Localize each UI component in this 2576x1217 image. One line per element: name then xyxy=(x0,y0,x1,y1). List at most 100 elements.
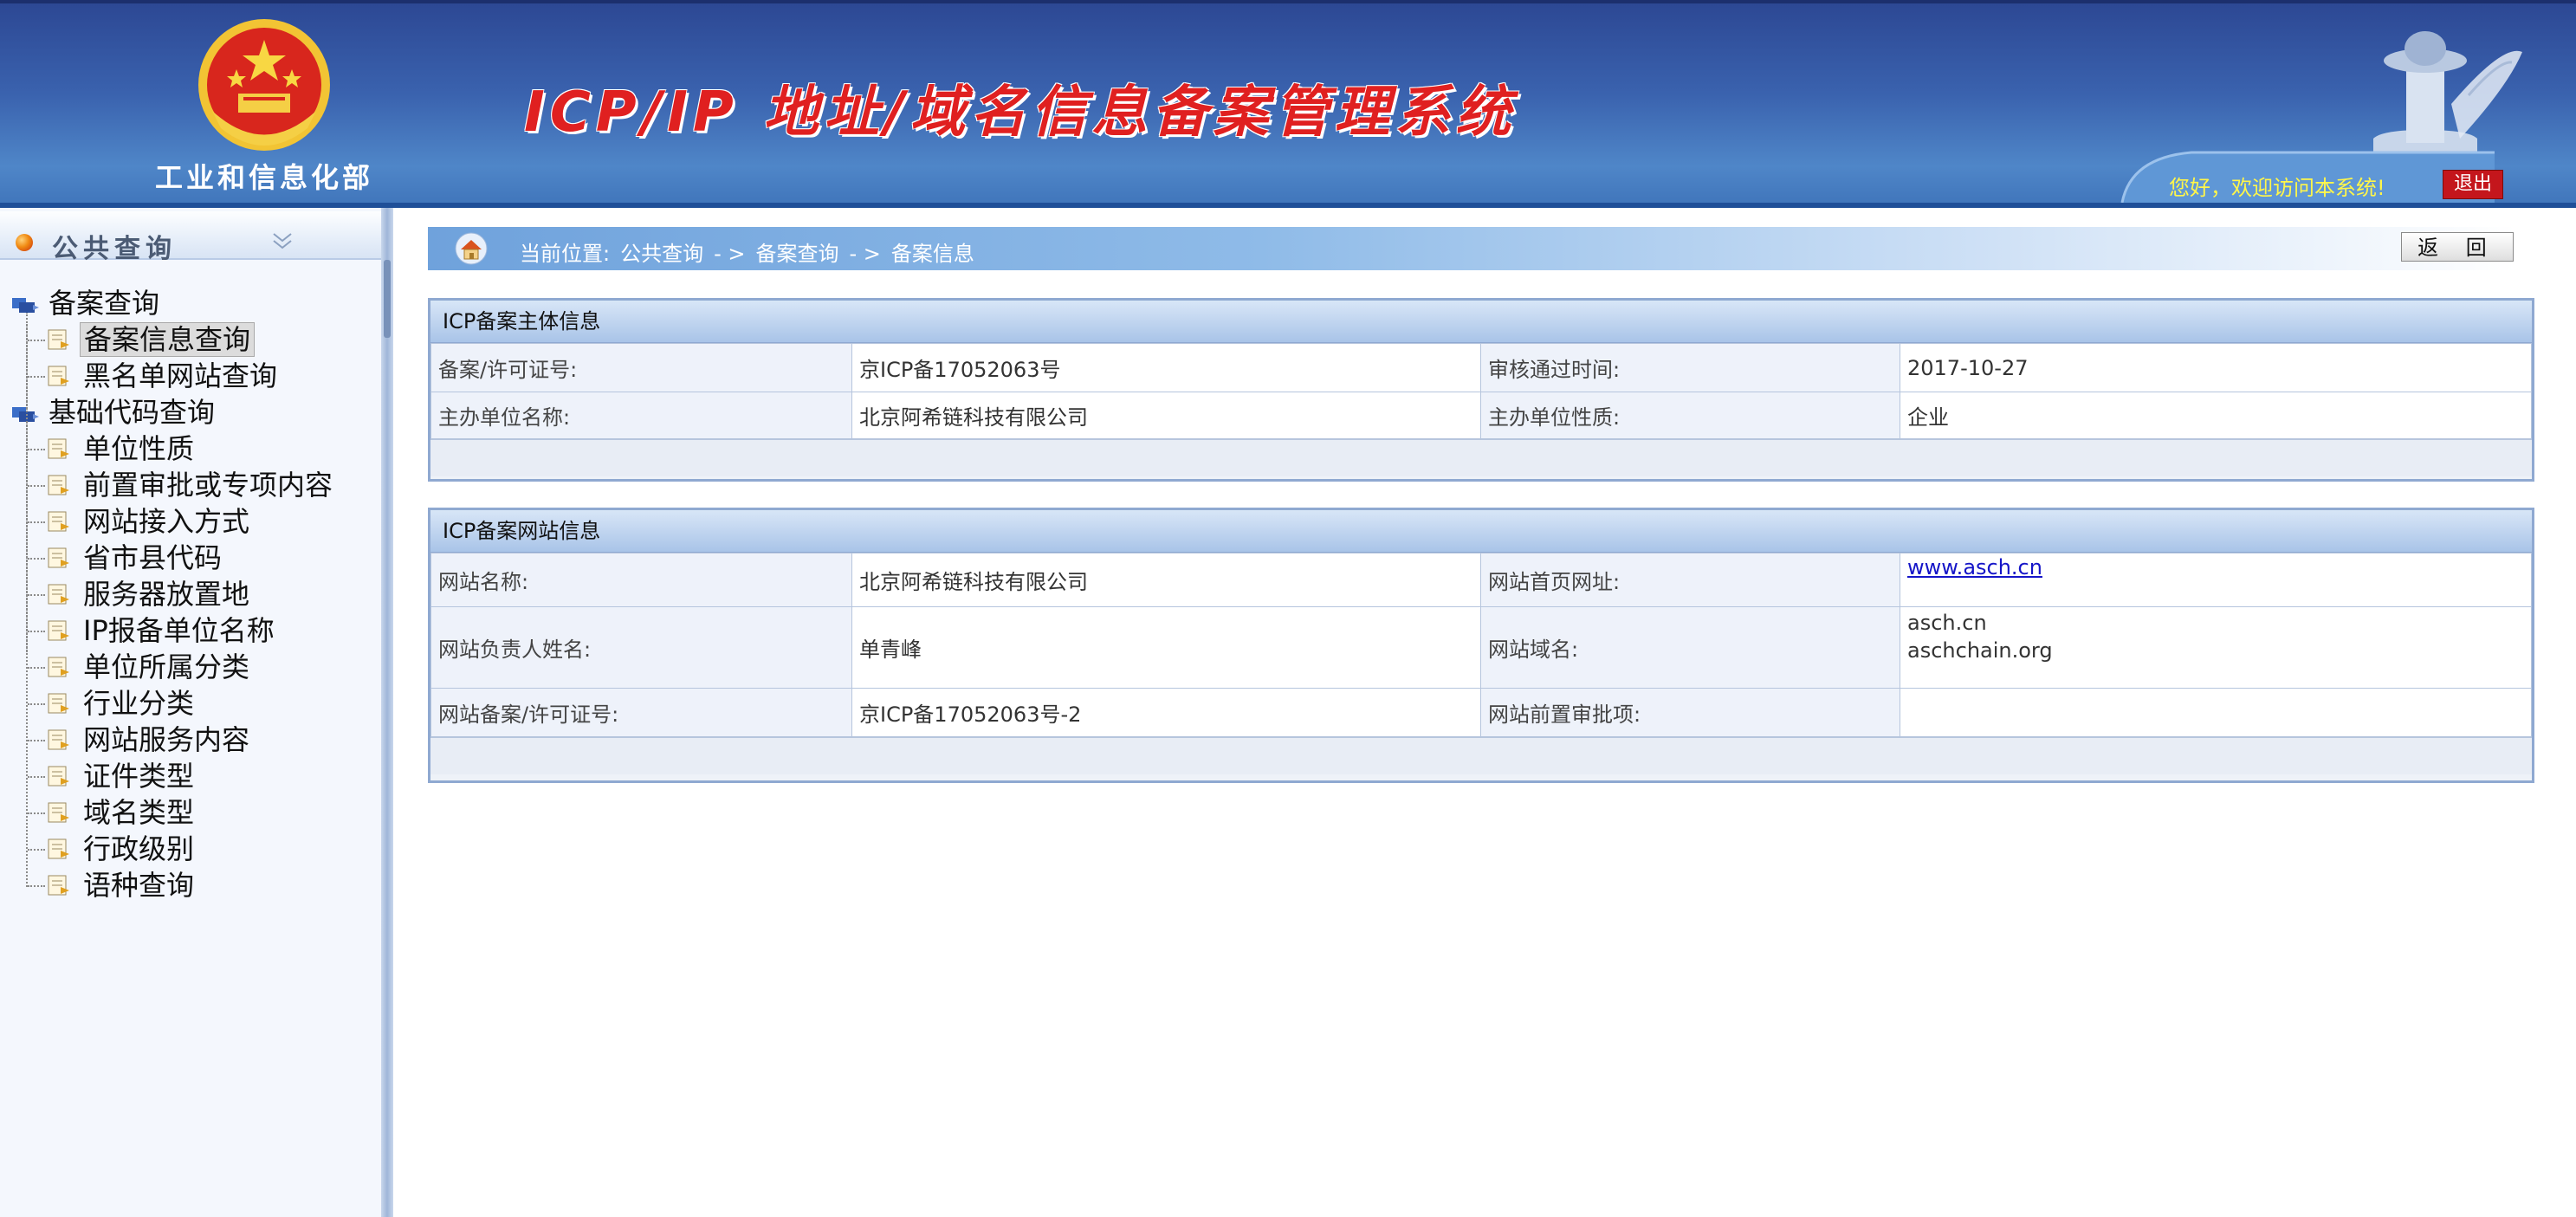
homepage-link[interactable]: www.asch.cn xyxy=(1907,555,2042,579)
filing-website-panel: ICP备案网站信息 网站名称: 北京阿希链科技有限公司 网站首页网址: www.… xyxy=(428,508,2534,783)
welcome-text: 您好，欢迎访问本系统! xyxy=(2169,176,2385,200)
tree-item-label: IP报备单位名称 xyxy=(83,614,275,647)
preapproval-label: 网站前置审批项: xyxy=(1480,688,1900,737)
breadcrumb-item: 备案信息 xyxy=(890,242,974,266)
license-label: 备案/许可证号: xyxy=(430,343,852,392)
license-value: 京ICP备17052063号 xyxy=(851,343,1481,392)
sidebar-header[interactable]: 公共查询 xyxy=(0,211,381,264)
tree-item-label: 省市县代码 xyxy=(83,541,223,574)
owner-label: 网站负责人姓名: xyxy=(430,606,852,689)
tree-item-label: 单位性质 xyxy=(83,432,195,465)
tree-item-domain-type[interactable]: 域名类型 xyxy=(0,795,381,830)
breadcrumb: 当前位置: 公共查询 - > 备案查询 - > 备案信息 xyxy=(428,227,2515,270)
orange-dot-icon xyxy=(16,234,33,251)
homepage-label: 网站首页网址: xyxy=(1480,553,1900,607)
tree-group-basic-code-query[interactable]: 基础代码查询 xyxy=(0,395,381,430)
tree-group-filing-query[interactable]: 备案查询 xyxy=(0,286,381,320)
domain-item: asch.cn xyxy=(1907,611,1987,635)
document-arrow-icon xyxy=(48,547,69,568)
tree-group-label: 备案查询 xyxy=(49,287,160,320)
breadcrumb-separator: - > xyxy=(714,242,746,266)
domain-item: aschchain.org xyxy=(1907,638,2053,663)
sidebar-title: 公共查询 xyxy=(52,234,177,264)
tree-item-access-method[interactable]: 网站接入方式 xyxy=(0,504,381,539)
collapse-chevron-icon[interactable] xyxy=(270,229,294,253)
tree-item-filing-info-query[interactable]: 备案信息查询 xyxy=(0,322,381,357)
tree-item-label: 备案信息查询 xyxy=(80,322,256,357)
breadcrumb-prefix: 当前位置: xyxy=(520,242,611,266)
tree-item-ip-reporting-unit[interactable]: IP报备单位名称 xyxy=(0,613,381,648)
site-name-label: 网站名称: xyxy=(430,553,852,607)
organizer-label: 主办单位名称: xyxy=(430,392,852,439)
tree-item-blacklist-query[interactable]: 黑名单网站查询 xyxy=(0,359,381,393)
document-arrow-icon xyxy=(48,584,69,605)
site-name-value: 北京阿希链科技有限公司 xyxy=(851,553,1481,607)
document-arrow-icon xyxy=(48,693,69,714)
preapproval-value xyxy=(1900,688,2532,737)
tree-item-service-content[interactable]: 网站服务内容 xyxy=(0,722,381,757)
tree-item-unit-nature[interactable]: 单位性质 xyxy=(0,431,381,466)
organizer-value: 北京阿希链科技有限公司 xyxy=(851,392,1481,439)
header-top-line xyxy=(0,0,2576,3)
system-title: ICP/IP 地址/域名信息备案管理系统 xyxy=(524,81,1517,145)
tree-item-label: 域名类型 xyxy=(83,796,195,829)
folder-icon xyxy=(12,407,39,422)
page-header: 工业和信息化部 ICP/IP 地址/域名信息备案管理系统 您好，欢迎访问本系统!… xyxy=(0,0,2576,208)
breadcrumb-item[interactable]: 公共查询 xyxy=(620,242,703,266)
filing-subject-panel: ICP备案主体信息 备案/许可证号: 京ICP备17052063号 审核通过时间… xyxy=(428,298,2534,482)
tree-item-label: 网站接入方式 xyxy=(83,505,250,538)
tree-item-industry-category[interactable]: 行业分类 xyxy=(0,686,381,721)
approval-date-value: 2017-10-27 xyxy=(1900,343,2532,392)
document-arrow-icon xyxy=(48,366,69,386)
document-arrow-icon xyxy=(48,766,69,787)
document-arrow-icon xyxy=(48,620,69,641)
tree-item-language-query[interactable]: 语种查询 xyxy=(0,868,381,903)
owner-value: 单青峰 xyxy=(851,606,1481,689)
document-arrow-icon xyxy=(48,729,69,750)
document-arrow-icon xyxy=(48,329,69,350)
organizer-nature-label: 主办单位性质: xyxy=(1480,392,1900,439)
tree-item-label: 网站服务内容 xyxy=(83,723,250,756)
document-arrow-icon xyxy=(48,438,69,459)
back-button[interactable]: 返 回 xyxy=(2401,232,2514,262)
tree-item-label: 服务器放置地 xyxy=(83,578,250,611)
home-icon[interactable] xyxy=(454,232,489,265)
panel-title: ICP备案主体信息 xyxy=(430,301,2532,343)
site-license-value: 京ICP备17052063号-2 xyxy=(851,688,1481,737)
tree-item-label: 行政级别 xyxy=(83,832,195,865)
tree-item-unit-category[interactable]: 单位所属分类 xyxy=(0,650,381,684)
homepage-cell: www.asch.cn xyxy=(1900,553,2532,607)
subject-info-table: 备案/许可证号: 京ICP备17052063号 审核通过时间: 2017-10-… xyxy=(430,343,2532,439)
document-arrow-icon xyxy=(48,838,69,859)
document-arrow-icon xyxy=(48,657,69,677)
tree-item-server-location[interactable]: 服务器放置地 xyxy=(0,577,381,612)
tree-item-certificate-type[interactable]: 证件类型 xyxy=(0,759,381,793)
domain-list: asch.cn aschchain.org xyxy=(1900,606,2532,689)
tree-item-admin-level[interactable]: 行政级别 xyxy=(0,832,381,866)
tree-item-label: 语种查询 xyxy=(83,869,195,902)
tree-item-label: 单位所属分类 xyxy=(83,651,250,683)
tree-item-preapproval-content[interactable]: 前置审批或专项内容 xyxy=(0,468,381,502)
breadcrumb-path: 当前位置: 公共查询 - > 备案查询 - > 备案信息 xyxy=(520,236,985,267)
splitter-grip[interactable] xyxy=(384,260,391,338)
panel-footer xyxy=(430,439,2532,476)
tree-item-region-code[interactable]: 省市县代码 xyxy=(0,541,381,575)
logout-button[interactable]: 退出 xyxy=(2443,170,2503,199)
organizer-nature-value: 企业 xyxy=(1900,392,2532,439)
panel-title: ICP备案网站信息 xyxy=(430,510,2532,553)
document-arrow-icon xyxy=(48,475,69,495)
national-emblem-icon xyxy=(198,19,330,151)
folder-icon xyxy=(12,298,39,313)
breadcrumb-separator: - > xyxy=(849,242,881,266)
site-license-label: 网站备案/许可证号: xyxy=(430,688,852,737)
tree-item-label: 前置审批或专项内容 xyxy=(83,469,333,502)
approval-date-label: 审核通过时间: xyxy=(1480,343,1900,392)
tree-item-label: 行业分类 xyxy=(83,687,195,720)
ministry-name: 工业和信息化部 xyxy=(154,161,373,194)
tree-group-label: 基础代码查询 xyxy=(49,396,216,429)
document-arrow-icon xyxy=(48,802,69,823)
sidebar-splitter[interactable] xyxy=(381,208,393,1217)
domain-label: 网站域名: xyxy=(1480,606,1900,689)
breadcrumb-item[interactable]: 备案查询 xyxy=(756,242,839,266)
tree-item-label: 黑名单网站查询 xyxy=(83,359,278,392)
